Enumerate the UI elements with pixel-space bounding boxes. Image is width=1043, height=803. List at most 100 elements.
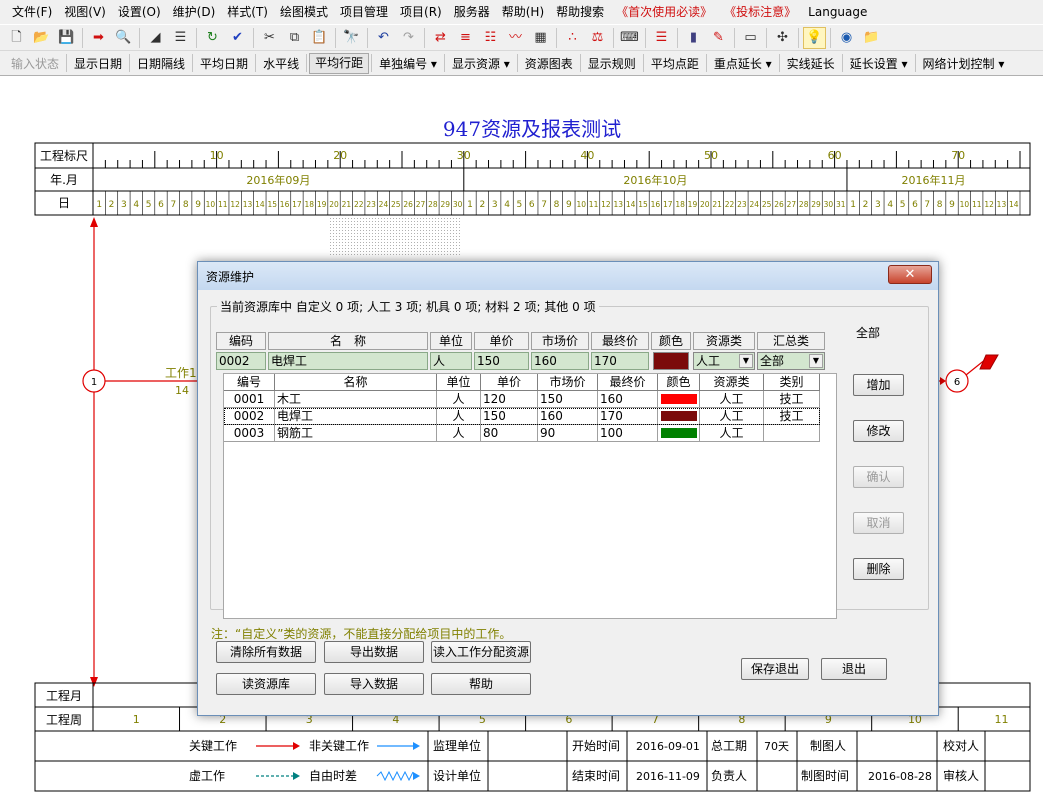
menu-item[interactable]: 设置(O)	[112, 0, 167, 24]
name-field[interactable]: 电焊工	[268, 352, 428, 370]
menu-item[interactable]: 帮助(H)	[496, 0, 550, 24]
menu-item[interactable]: 服务器	[448, 0, 496, 24]
new-icon[interactable]: 🗋	[5, 27, 28, 49]
grid-cell-name[interactable]: 木工	[275, 391, 437, 408]
line-style-icon[interactable]: ◢	[144, 27, 167, 49]
connect-icon[interactable]: ✣	[771, 27, 794, 49]
open-icon[interactable]: 📂	[30, 27, 53, 49]
preview-icon[interactable]: 🔍	[112, 27, 135, 49]
unit-field[interactable]: 人	[430, 352, 472, 370]
monitor-icon[interactable]: ▭	[739, 27, 762, 49]
copy-icon[interactable]: ⧉	[283, 27, 306, 49]
bulb-icon[interactable]: 💡	[803, 26, 826, 49]
toolbar2-button[interactable]: 平均点距	[646, 55, 704, 72]
resource-icon[interactable]: ▦	[529, 27, 552, 49]
network-icon[interactable]: ⇄	[429, 27, 452, 49]
tool-icon[interactable]: ⌨	[618, 27, 641, 49]
grid-cell-code[interactable]: 0002	[224, 408, 275, 425]
chart-icon[interactable]: ▮	[682, 27, 705, 49]
grid-cell-type[interactable]: 人工	[700, 425, 764, 442]
start-node[interactable]: 1	[82, 369, 106, 393]
export-button[interactable]: 导出数据	[324, 641, 424, 663]
grid-cell-unit[interactable]: 人	[437, 425, 481, 442]
menu-item[interactable]: 维护(D)	[167, 0, 222, 24]
toolbar2-button[interactable]: 平均日期	[195, 55, 253, 72]
cut-icon[interactable]: ✂	[258, 27, 281, 49]
grid-cell-color[interactable]	[658, 391, 700, 408]
final-price-field[interactable]: 170	[591, 352, 649, 370]
grid-cell-color[interactable]	[658, 425, 700, 442]
color-picker[interactable]	[653, 352, 689, 370]
layer-icon[interactable]: ≡	[454, 27, 477, 49]
grid-cell-category[interactable]: 技工	[764, 391, 820, 408]
grid-cell-name[interactable]: 钢筋工	[275, 425, 437, 442]
grid-cell-market[interactable]: 90	[538, 425, 598, 442]
toolbar2-button[interactable]: 日期隔线	[132, 55, 190, 72]
edit-icon[interactable]: ✎	[707, 27, 730, 49]
grid-cell-unit[interactable]: 人	[437, 408, 481, 425]
grid-cell-type[interactable]: 人工	[700, 408, 764, 425]
code-field[interactable]: 0002	[216, 352, 266, 370]
chevron-down-icon[interactable]: ▼	[809, 354, 823, 368]
read-library-button[interactable]: 读资源库	[216, 673, 316, 695]
delete-button[interactable]: 删除	[853, 558, 904, 580]
check-icon[interactable]: ✔	[226, 27, 249, 49]
toolbar2-button[interactable]: 输入状态	[6, 55, 64, 72]
confirm-button[interactable]: 确认	[853, 466, 904, 488]
cancel-button[interactable]: 取消	[853, 512, 904, 534]
menu-item[interactable]: 项目(R)	[394, 0, 448, 24]
resource-table[interactable]: 编号 名称 单位 单价 市场价 最终价 颜色 资源类 类别 0001 木工人 120…	[223, 373, 837, 619]
grid-cell-code[interactable]: 0001	[224, 391, 275, 408]
grid-cell-price[interactable]: 120	[481, 391, 538, 408]
grid-cell-code[interactable]: 0003	[224, 425, 275, 442]
menu-item[interactable]: 《投标注意》	[718, 0, 802, 24]
price-field[interactable]: 150	[474, 352, 529, 370]
toolbar2-button[interactable]: 延长设置 ▾	[845, 55, 913, 72]
globe-icon[interactable]: ◉	[835, 27, 858, 49]
toolbar2-button[interactable]: 单独编号 ▾	[374, 55, 442, 72]
grid-cell-market[interactable]: 160	[538, 408, 598, 425]
menu-item[interactable]: 《首次使用必读》	[610, 0, 718, 24]
menu-item[interactable]: 文件(F)	[6, 0, 58, 24]
read-assigned-button[interactable]: 读入工作分配资源	[431, 641, 531, 663]
menu-item[interactable]: Language	[802, 0, 873, 24]
menu-item[interactable]: 项目管理	[334, 0, 394, 24]
menu-item[interactable]: 样式(T)	[221, 0, 274, 24]
summary-type-select[interactable]: 全部 ▼	[757, 352, 825, 370]
refresh-icon[interactable]: ↻	[201, 27, 224, 49]
grid-cell-color[interactable]	[658, 408, 700, 425]
save-icon[interactable]: 💾	[55, 27, 78, 49]
grid-cell-final[interactable]: 160	[598, 391, 658, 408]
help-button[interactable]: 帮助	[431, 673, 531, 695]
calc-icon[interactable]: ∴	[561, 27, 584, 49]
toolbar2-button[interactable]: 显示资源 ▾	[447, 55, 515, 72]
menu-item[interactable]: 帮助搜索	[550, 0, 610, 24]
grid-cell-market[interactable]: 150	[538, 391, 598, 408]
modify-button[interactable]: 修改	[853, 420, 904, 442]
redo-icon[interactable]: ↷	[397, 27, 420, 49]
grid-cell-price[interactable]: 150	[481, 408, 538, 425]
toolbar2-button[interactable]: 显示日期	[69, 55, 127, 72]
gantt-icon[interactable]: ☰	[650, 27, 673, 49]
toolbar2-button[interactable]: 水平线	[258, 55, 304, 72]
balance-icon[interactable]: ⚖	[586, 27, 609, 49]
toolbar2-button[interactable]: 重点延长 ▾	[709, 55, 777, 72]
indent-icon[interactable]: ☰	[169, 27, 192, 49]
dialog-close-button[interactable]: ✕	[888, 265, 932, 284]
paste-icon[interactable]: 📋	[308, 27, 331, 49]
exit-button[interactable]: 退出	[821, 658, 887, 680]
end-node[interactable]: 6	[938, 369, 969, 393]
toolbar2-button[interactable]: 平均行距	[309, 52, 370, 74]
grid-cell-category[interactable]: 技工	[764, 408, 820, 425]
grid-cell-final[interactable]: 100	[598, 425, 658, 442]
grid-cell-final[interactable]: 170	[598, 408, 658, 425]
clear-all-button[interactable]: 清除所有数据	[216, 641, 316, 663]
folder-icon[interactable]: 📁	[860, 27, 883, 49]
grid-cell-unit[interactable]: 人	[437, 391, 481, 408]
grid-cell-name[interactable]: 电焊工	[275, 408, 437, 425]
curve-icon[interactable]: 〰	[504, 27, 527, 49]
undo-icon[interactable]: ↶	[372, 27, 395, 49]
import-button[interactable]: 导入数据	[324, 673, 424, 695]
toolbar2-button[interactable]: 网络计划控制 ▾	[918, 55, 1010, 72]
grid-cell-type[interactable]: 人工	[700, 391, 764, 408]
